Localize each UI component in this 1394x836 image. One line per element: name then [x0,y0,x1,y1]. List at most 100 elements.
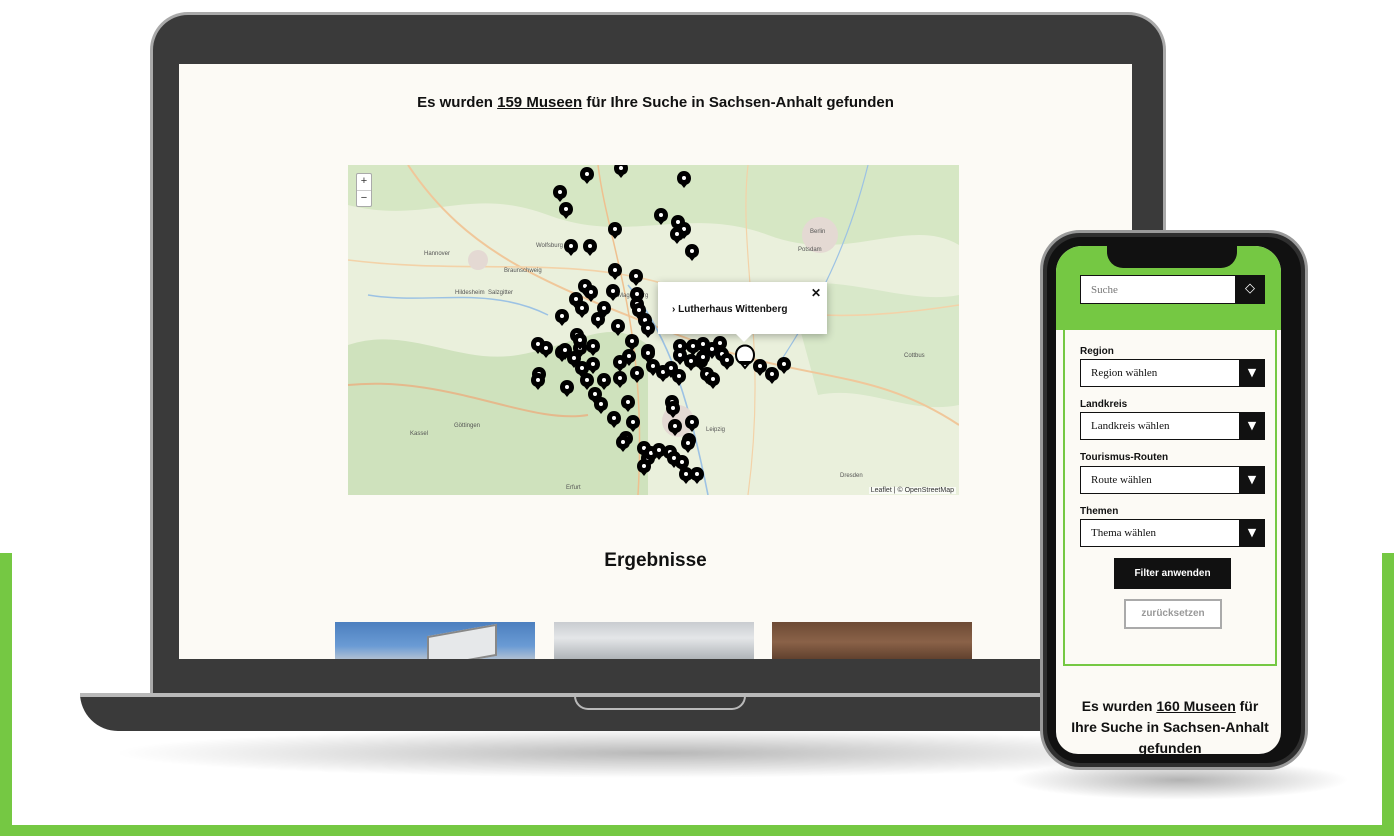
filter-label-routes: Tourismus-Routen [1080,452,1169,463]
landkreis-select[interactable]: Landkreis wählen ▼ [1080,412,1265,440]
result-card-image[interactable] [554,622,754,659]
map-pin-dot [672,456,676,460]
popup-museum-name: Lutherhaus Wittenberg [678,304,788,315]
map-pin-dot [770,372,774,376]
map-pin-dot [585,378,589,382]
map-pin-dot [782,362,786,366]
heading-prefix: Es wurden [1081,698,1153,714]
map-pin-dot [635,292,639,296]
theme-select[interactable]: Thema wählen ▼ [1080,519,1265,547]
map-pin-dot [678,353,682,357]
map-pin-dot [578,338,582,342]
map-pin-dot [710,347,714,351]
map-popup: ✕ › Lutherhaus Wittenberg [658,282,827,342]
map-pin-dot [637,308,641,312]
zoom-in-button[interactable]: + [357,174,371,190]
laptop-notch [574,696,746,710]
map-pin-dot [612,416,616,420]
map-pin-dot [627,354,631,358]
map-pin-dot [646,351,650,355]
map-pin-dot [669,366,673,370]
map-pin-dot [602,378,606,382]
result-card-image[interactable] [335,622,535,659]
results-count-heading: Es wurden 160 Museen für Ihre Suche in S… [1070,696,1270,754]
map-pin-dot [678,344,682,348]
chevron-down-icon[interactable]: ▼ [1239,519,1265,547]
map-pin-dot [560,314,564,318]
map-attribution[interactable]: Leaflet | © OpenStreetMap [868,487,956,494]
map-pin-dot [673,424,677,428]
map-pin-dot [675,232,679,236]
map-pin-dot [690,249,694,253]
map-pin-dot [596,317,600,321]
map-pin-dot [689,359,693,363]
heading-suffix: für Ihre Suche in Sachsen-Anhalt gefunde… [586,94,894,111]
map-pin-dot [558,190,562,194]
search-placeholder: Suche [1091,284,1118,296]
map-pin-dot [616,324,620,328]
map-pin-dot [701,355,705,359]
map-pin-dot [591,344,595,348]
map-pin-dot [676,220,680,224]
reset-button[interactable]: zurücksetzen [1124,599,1222,629]
map-pin-dot [657,448,661,452]
laptop-screen: Es wurden 159 Museen für Ihre Suche in S… [179,64,1132,659]
map-pin-dot [725,358,729,362]
popup-title-link[interactable]: › Lutherhaus Wittenberg [672,304,787,315]
map-pin-dot [682,176,686,180]
region-select[interactable]: Region wählen ▼ [1080,359,1265,387]
map-pin-dot [574,297,578,301]
map-pin-dot [718,341,722,345]
select-value: Route wählen [1091,474,1152,486]
chevron-right-icon: › [672,304,676,315]
heading-prefix: Es wurden [417,94,493,111]
map-pin-dot [589,290,593,294]
map-pin-dot [613,227,617,231]
map-pin-dot [565,385,569,389]
map-pin-dot [618,360,622,364]
zoom-out-button[interactable]: − [357,190,371,206]
route-select[interactable]: Route wählen ▼ [1080,466,1265,494]
apply-filter-button[interactable]: Filter anwenden [1114,558,1231,589]
chevron-down-icon[interactable]: ▼ [1239,359,1265,387]
filter-label-region: Region [1080,346,1114,357]
map-pin-dot [585,172,589,176]
close-icon[interactable]: ✕ [811,286,821,300]
filter-label-landkreis: Landkreis [1080,399,1128,410]
chevron-down-icon[interactable]: ▼ [1239,466,1265,494]
map-pin-dot [646,326,650,330]
zoom-control: + − [356,173,372,207]
museum-map[interactable]: Hannover Wolfsburg Braunschweig Salzgitt… [348,165,959,495]
result-card-image[interactable] [772,622,972,659]
map-pin-dot [613,268,617,272]
search-input[interactable]: Suche ◇ [1080,275,1265,304]
map-pin-dot [634,274,638,278]
map-pin-dot [690,420,694,424]
chevron-down-icon[interactable]: ▼ [1239,412,1265,440]
search-icon[interactable]: ◇ [1235,275,1265,304]
museum-count-link[interactable]: 159 Museen [497,94,582,111]
phone-notch [1107,244,1237,268]
map-pin-dot [691,344,695,348]
map-pin-dot [631,420,635,424]
map-pin-dot [671,406,675,410]
map-pin-dot [563,348,567,352]
map-pin-dot [580,366,584,370]
map-pin-dot [651,364,655,368]
map-pin-dot [618,376,622,380]
map-pin-dot [536,342,540,346]
map-pin-dot [593,392,597,396]
map-pin-dot [611,289,615,293]
map-pin-dot [630,339,634,343]
museum-count-link[interactable]: 160 Museen [1156,698,1235,714]
map-pin-dot [621,440,625,444]
map-pin-dot [569,244,573,248]
selected-map-pin-icon[interactable] [734,344,756,370]
map-pin-dot [680,460,684,464]
filter-label-themes: Themen [1080,506,1119,517]
map-pin-dot [686,441,690,445]
map-pin-dot [588,244,592,248]
map-pin-dot [564,207,568,211]
select-value: Region wählen [1091,367,1158,379]
select-value: Thema wählen [1091,527,1157,539]
